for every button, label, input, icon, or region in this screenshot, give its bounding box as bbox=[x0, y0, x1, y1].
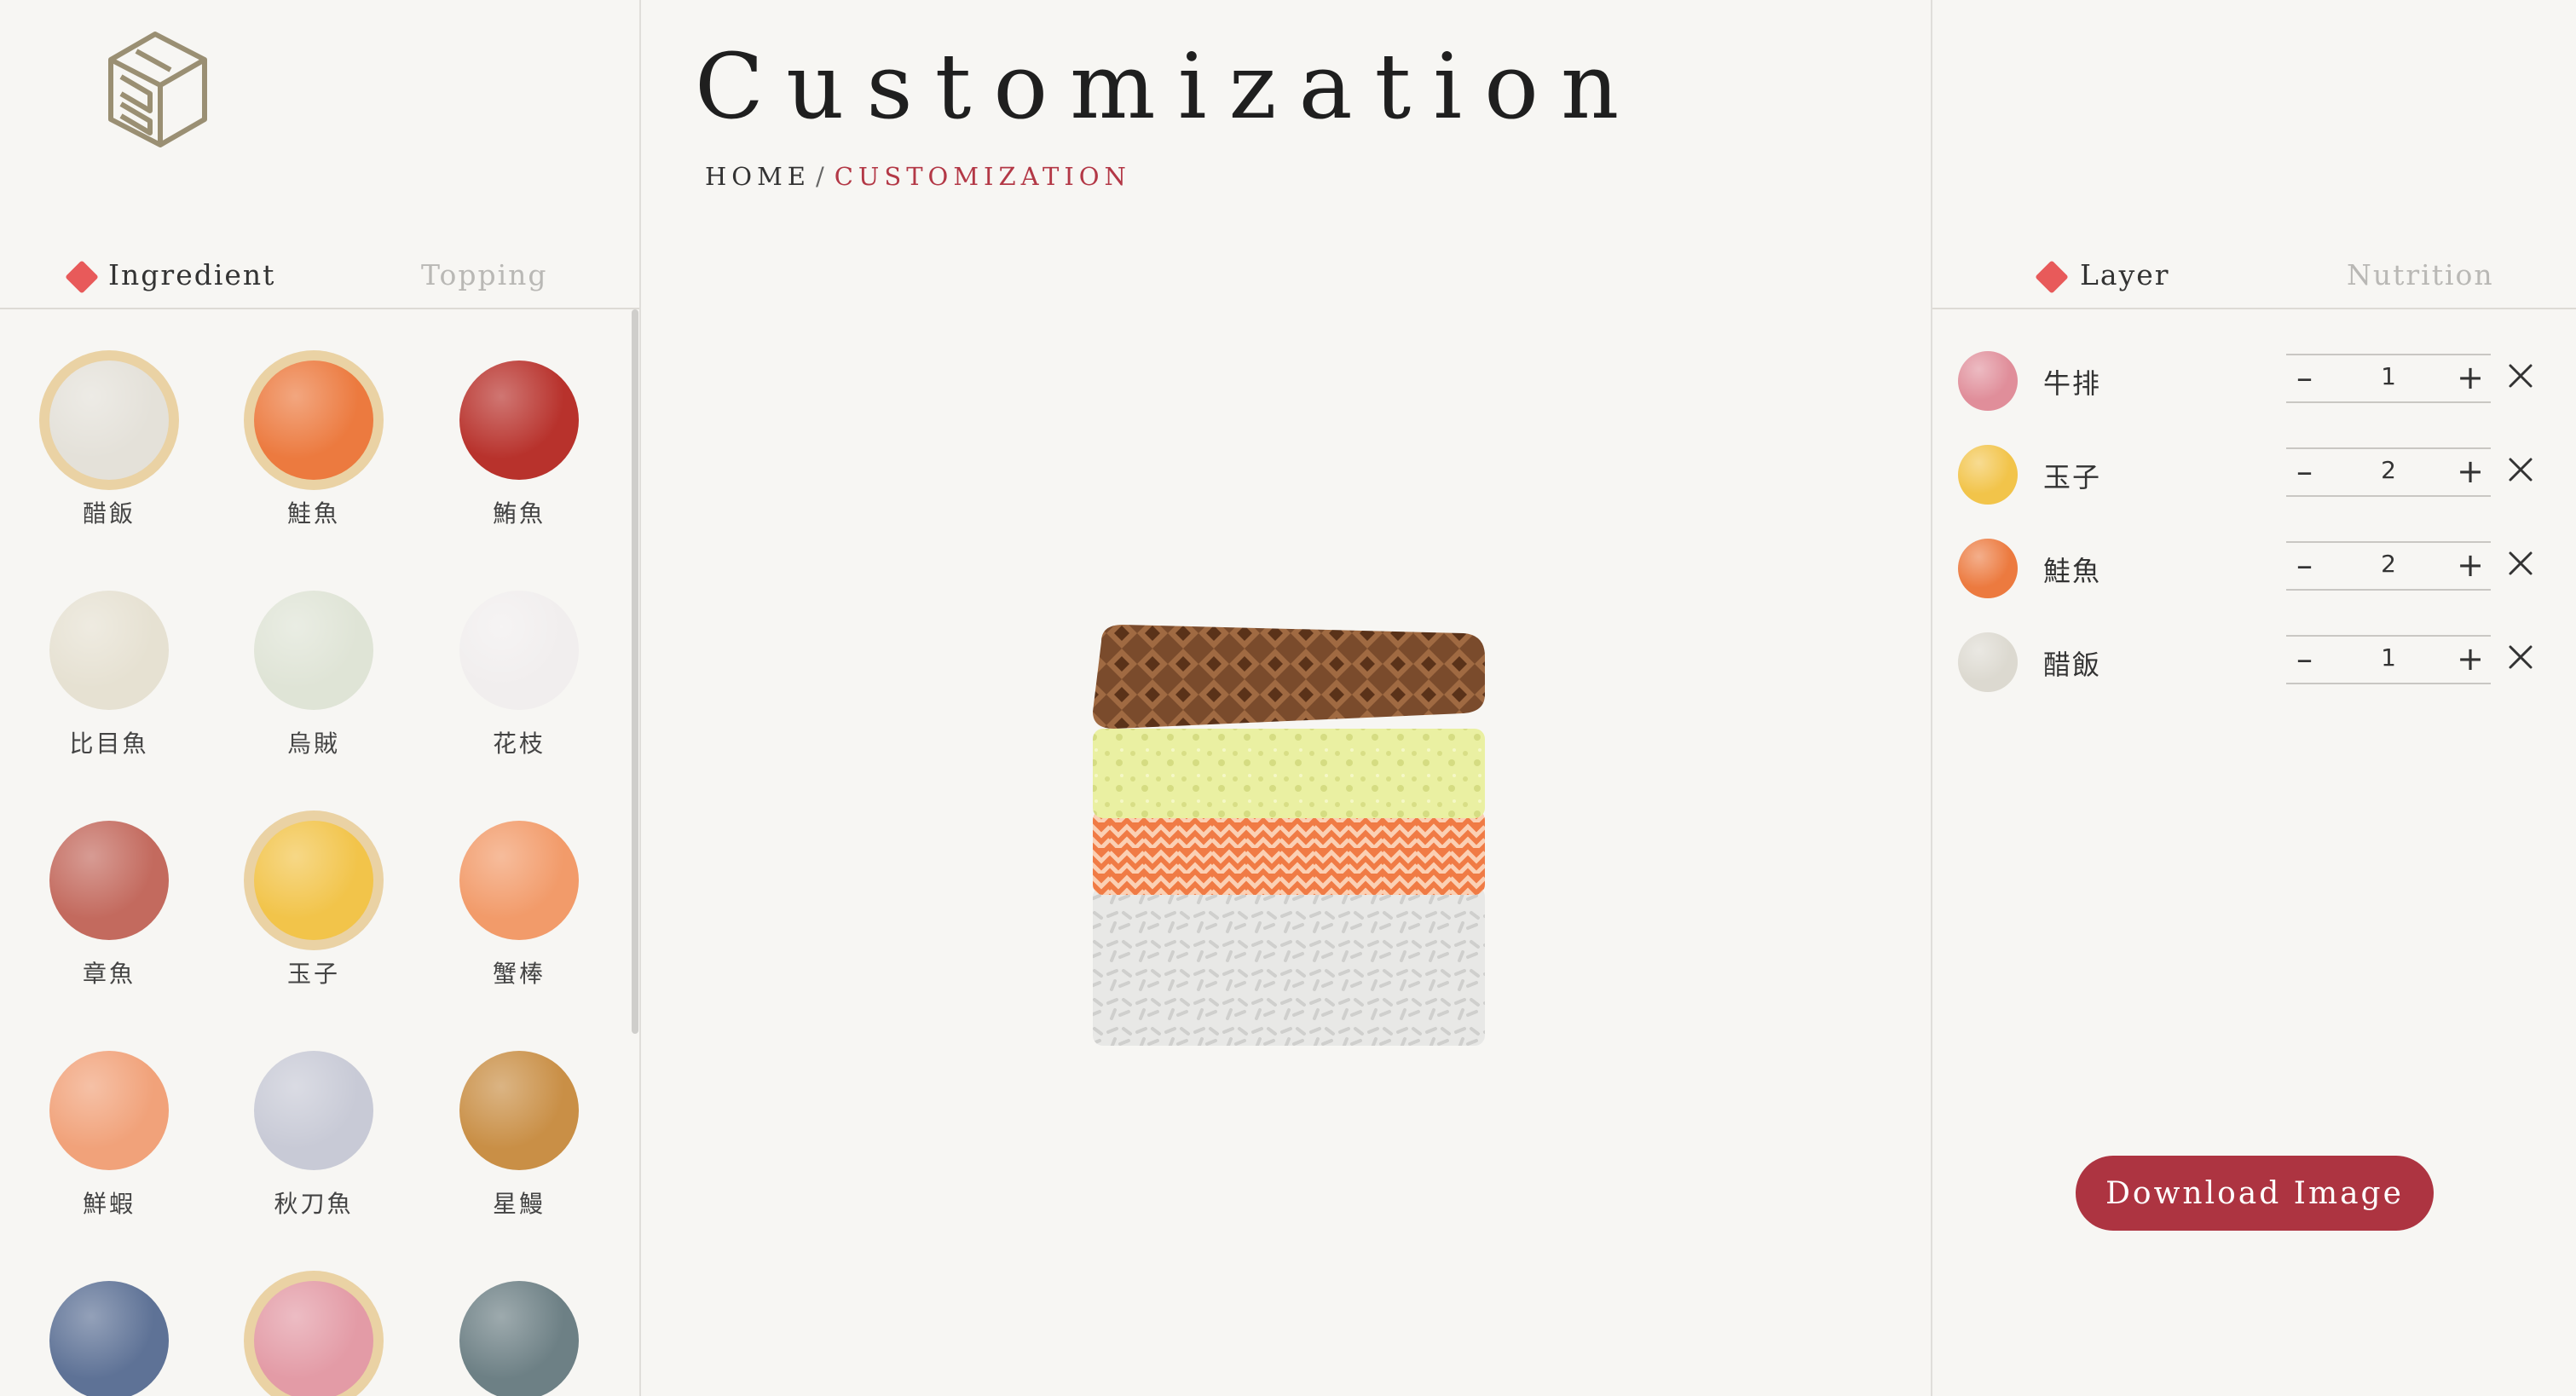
ingredient-label: 烏賊 bbox=[286, 730, 340, 758]
ingredient-item[interactable] bbox=[417, 1230, 621, 1396]
remove-layer-icon[interactable] bbox=[2504, 640, 2538, 674]
breadcrumb: HOME / CUSTOMIZATION bbox=[705, 162, 1131, 191]
active-tab-marker-icon bbox=[2035, 260, 2069, 294]
ingredient-label: 醋飯 bbox=[82, 499, 136, 528]
ingredient-item[interactable]: 章魚 bbox=[7, 770, 211, 991]
layer-tabs: Layer Nutrition bbox=[1932, 251, 2576, 309]
ingredient-label: 玉子 bbox=[286, 960, 340, 988]
ingredient-label: 鮭魚 bbox=[286, 499, 340, 528]
layer-name: 玉子 bbox=[2043, 461, 2102, 493]
ingredient-item[interactable]: 烏賊 bbox=[211, 539, 416, 761]
increment-button[interactable]: + bbox=[2457, 359, 2484, 396]
ingredient-item[interactable] bbox=[7, 1230, 211, 1396]
ingredient-thumbnail bbox=[459, 821, 579, 940]
ingredient-thumbnail bbox=[49, 1281, 169, 1396]
layer-row: 醋飯 –1 + bbox=[1958, 626, 2555, 695]
increment-button[interactable]: + bbox=[2457, 546, 2484, 584]
remove-layer-icon[interactable] bbox=[2504, 453, 2538, 487]
layer-name: 醋飯 bbox=[2043, 649, 2102, 681]
tab-nutrition[interactable]: Nutrition bbox=[2347, 258, 2494, 291]
ingredient-thumbnail bbox=[49, 361, 169, 480]
ingredient-thumbnail bbox=[254, 591, 373, 710]
ingredient-thumbnail bbox=[459, 1051, 579, 1170]
decrement-button[interactable]: – bbox=[2296, 546, 2313, 584]
ingredient-label: 比目魚 bbox=[69, 730, 149, 758]
ingredient-item[interactable]: 鮭魚 bbox=[211, 309, 416, 531]
remove-layer-icon[interactable] bbox=[2504, 546, 2538, 580]
layer-row: 鮭魚 –2 + bbox=[1958, 533, 2555, 601]
ingredient-label: 章魚 bbox=[82, 960, 136, 988]
sushi-stack-preview[interactable] bbox=[1076, 618, 1485, 1061]
increment-button[interactable]: + bbox=[2457, 640, 2484, 678]
ingredient-grid: 醋飯 鮭魚 鮪魚比目魚 烏賊 花枝章魚 玉子 蟹棒鮮蝦 秋刀魚 星鰻 bbox=[0, 309, 631, 1396]
ingredient-label: 蟹棒 bbox=[492, 960, 546, 988]
decrement-button[interactable]: – bbox=[2296, 359, 2313, 396]
ingredient-item[interactable]: 花枝 bbox=[417, 539, 621, 761]
rice-layer bbox=[1093, 886, 1485, 1046]
ingredient-label: 鮮蝦 bbox=[82, 1190, 136, 1218]
ingredient-item[interactable]: 鮮蝦 bbox=[7, 1000, 211, 1221]
remove-layer-icon[interactable] bbox=[2504, 359, 2538, 393]
egg-layer bbox=[1093, 729, 1485, 818]
ingredient-thumbnail bbox=[254, 821, 373, 940]
breadcrumb-current: CUSTOMIZATION bbox=[834, 162, 1131, 191]
ingredient-label: 星鰻 bbox=[492, 1190, 546, 1218]
layer-name: 鮭魚 bbox=[2043, 555, 2102, 587]
ingredient-label: 鮪魚 bbox=[492, 499, 546, 528]
layer-thumbnail bbox=[1958, 351, 2018, 411]
breadcrumb-home-link[interactable]: HOME bbox=[705, 162, 811, 191]
ingredient-item[interactable]: 醋飯 bbox=[7, 309, 211, 531]
ingredient-item[interactable] bbox=[211, 1230, 416, 1396]
tab-topping[interactable]: Topping bbox=[421, 258, 548, 291]
ingredient-thumbnail bbox=[254, 361, 373, 480]
quantity-value[interactable]: 1 bbox=[2337, 362, 2440, 390]
decrement-button[interactable]: – bbox=[2296, 640, 2313, 678]
layer-row: 玉子 –2 + bbox=[1958, 439, 2555, 507]
quantity-stepper: –1 + bbox=[2286, 635, 2491, 684]
quantity-value[interactable]: 2 bbox=[2337, 550, 2440, 578]
ingredient-item[interactable]: 秋刀魚 bbox=[211, 1000, 416, 1221]
steak-layer bbox=[1093, 625, 1485, 729]
salmon-layer bbox=[1093, 810, 1485, 895]
ingredient-scrollbar[interactable] bbox=[632, 309, 638, 1034]
ingredient-label: 秋刀魚 bbox=[274, 1190, 354, 1218]
download-image-button[interactable]: Download Image bbox=[2076, 1156, 2434, 1231]
ingredient-item[interactable]: 鮪魚 bbox=[417, 309, 621, 531]
ingredient-thumbnail bbox=[254, 1281, 373, 1396]
ingredient-thumbnail bbox=[459, 361, 579, 480]
quantity-stepper: –1 + bbox=[2286, 354, 2491, 403]
quantity-value[interactable]: 1 bbox=[2337, 643, 2440, 672]
layer-row: 牛排 –1 + bbox=[1958, 345, 2555, 413]
ingredient-tabs: Ingredient Topping bbox=[0, 251, 639, 309]
ingredient-item[interactable]: 星鰻 bbox=[417, 1000, 621, 1221]
tab-layer[interactable]: Layer bbox=[2080, 258, 2170, 291]
ingredient-item[interactable]: 蟹棒 bbox=[417, 770, 621, 991]
decrement-button[interactable]: – bbox=[2296, 453, 2313, 490]
layer-thumbnail bbox=[1958, 445, 2018, 505]
logo-icon bbox=[108, 32, 207, 147]
active-tab-marker-icon bbox=[65, 260, 99, 294]
layer-thumbnail bbox=[1958, 632, 2018, 692]
quantity-stepper: –2 + bbox=[2286, 541, 2491, 591]
ingredient-thumbnail bbox=[49, 821, 169, 940]
layer-thumbnail bbox=[1958, 539, 2018, 598]
ingredient-panel: Ingredient Topping 醋飯 鮭魚 鮪魚比目魚 烏賊 花枝章魚 玉子 蟹棒鮮蝦… bbox=[0, 0, 641, 1396]
increment-button[interactable]: + bbox=[2457, 453, 2484, 490]
ingredient-thumbnail bbox=[49, 1051, 169, 1170]
ingredient-item[interactable]: 比目魚 bbox=[7, 539, 211, 761]
ingredient-thumbnail bbox=[49, 591, 169, 710]
layer-name: 牛排 bbox=[2043, 367, 2102, 400]
ingredient-label: 花枝 bbox=[492, 730, 546, 758]
quantity-stepper: –2 + bbox=[2286, 447, 2491, 497]
breadcrumb-separator: / bbox=[815, 162, 829, 191]
ingredient-item[interactable]: 玉子 bbox=[211, 770, 416, 991]
tab-ingredient[interactable]: Ingredient bbox=[108, 258, 275, 291]
preview-panel: Customization HOME / CUSTOMIZATION bbox=[641, 0, 1932, 1396]
quantity-value[interactable]: 2 bbox=[2337, 456, 2440, 484]
ingredient-thumbnail bbox=[459, 1281, 579, 1396]
page-title: Customization bbox=[695, 34, 1642, 139]
ingredient-thumbnail bbox=[459, 591, 579, 710]
ingredient-thumbnail bbox=[254, 1051, 373, 1170]
